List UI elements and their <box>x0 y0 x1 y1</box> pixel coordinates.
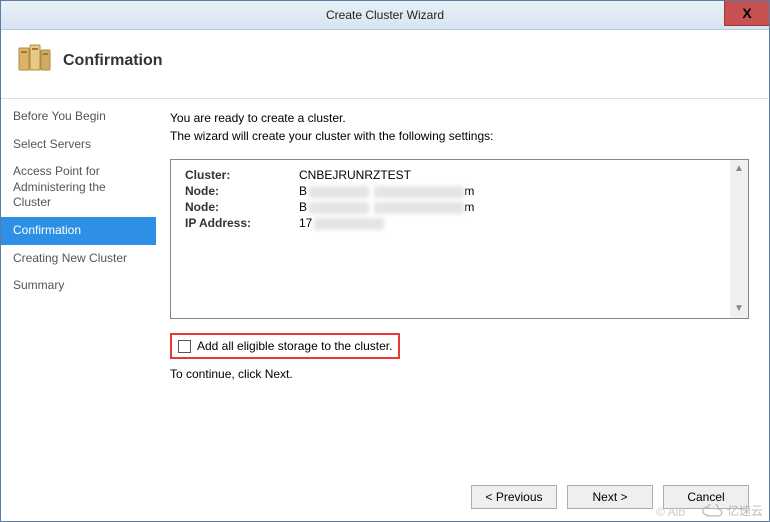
intro-line-2: The wizard will create your cluster with… <box>170 129 493 143</box>
settings-label: IP Address: <box>185 216 295 230</box>
redacted-block <box>374 202 464 214</box>
scrollbar[interactable]: ▲ ▼ <box>730 160 748 318</box>
titlebar[interactable]: Create Cluster Wizard X <box>1 1 769 30</box>
checkbox-icon[interactable] <box>178 340 191 353</box>
cloud-icon <box>701 504 723 518</box>
settings-row-ip: IP Address: 17 <box>185 216 742 230</box>
checkbox-label: Add all eligible storage to the cluster. <box>197 339 392 353</box>
continue-text: To continue, click Next. <box>170 367 749 381</box>
watermark-copyright: © Alb <box>656 505 685 519</box>
settings-label: Cluster: <box>185 168 295 182</box>
close-icon: X <box>742 5 751 21</box>
wizard-window: Create Cluster Wizard X Confirmation Bef… <box>0 0 770 522</box>
add-storage-checkbox-row[interactable]: Add all eligible storage to the cluster. <box>170 333 400 359</box>
settings-label: Node: <box>185 184 295 198</box>
content-panel: You are ready to create a cluster. The w… <box>156 99 769 475</box>
redacted-block <box>309 202 369 214</box>
settings-listbox[interactable]: Cluster: CNBEJRUNRZTEST Node: B m Node: … <box>170 159 749 319</box>
redacted-block <box>374 186 464 198</box>
settings-label: Node: <box>185 200 295 214</box>
redacted-block <box>314 218 384 230</box>
sidebar-item-confirmation[interactable]: Confirmation <box>1 217 156 245</box>
watermark-brand: 亿速云 <box>701 502 763 519</box>
sidebar-item-before-you-begin[interactable]: Before You Begin <box>1 103 156 131</box>
wizard-header: Confirmation <box>1 30 769 99</box>
next-button[interactable]: Next > <box>567 485 653 509</box>
redacted-block <box>309 186 369 198</box>
cluster-icon <box>15 42 53 80</box>
wizard-body: Before You Begin Select Servers Access P… <box>1 99 769 475</box>
close-button[interactable]: X <box>724 1 769 26</box>
sidebar: Before You Begin Select Servers Access P… <box>1 99 156 475</box>
sidebar-item-creating-new-cluster[interactable]: Creating New Cluster <box>1 245 156 273</box>
sidebar-item-access-point[interactable]: Access Point for Administering the Clust… <box>1 158 156 217</box>
window-title: Create Cluster Wizard <box>326 8 444 22</box>
intro-line-1: You are ready to create a cluster. <box>170 111 346 125</box>
intro-text: You are ready to create a cluster. The w… <box>170 109 749 145</box>
sidebar-item-summary[interactable]: Summary <box>1 272 156 300</box>
wizard-footer: < Previous Next > Cancel <box>1 473 769 521</box>
settings-value: B m <box>299 184 742 198</box>
scroll-up-icon[interactable]: ▲ <box>734 164 744 174</box>
settings-row-node1: Node: B m <box>185 184 742 198</box>
previous-button[interactable]: < Previous <box>471 485 557 509</box>
page-title: Confirmation <box>63 52 163 70</box>
scroll-down-icon[interactable]: ▼ <box>734 304 744 314</box>
settings-row-cluster: Cluster: CNBEJRUNRZTEST <box>185 168 742 182</box>
settings-value: CNBEJRUNRZTEST <box>299 168 742 182</box>
sidebar-item-select-servers[interactable]: Select Servers <box>1 131 156 159</box>
settings-row-node2: Node: B m <box>185 200 742 214</box>
settings-value: B m <box>299 200 742 214</box>
settings-value: 17 <box>299 216 742 230</box>
